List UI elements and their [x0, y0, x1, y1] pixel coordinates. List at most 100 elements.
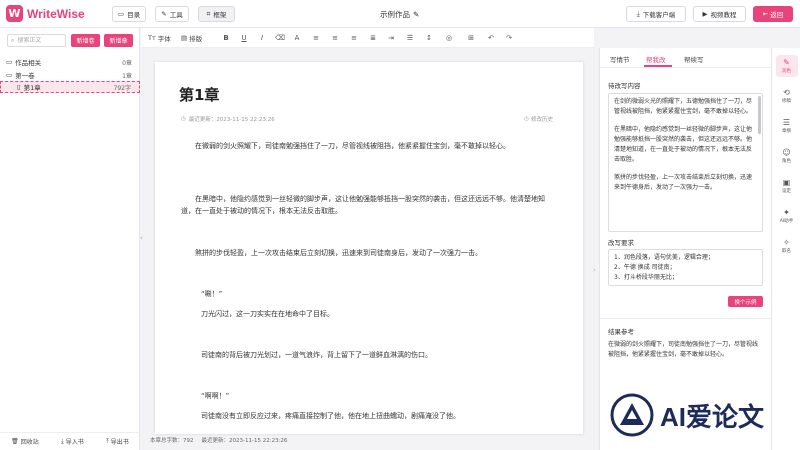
history-icon: ◷ [524, 116, 529, 122]
active-tab-indicator [644, 65, 672, 67]
tree-item-chapter[interactable]: ▯ 第1章 792字 [0, 81, 140, 93]
naming-icon: ✧ [783, 238, 790, 247]
character-icon: ☺ [782, 148, 791, 157]
sidebar-footer: 🗑 回收站 ⤓ 导入书 ⤒ 导出书 [0, 432, 140, 450]
tab-continue[interactable]: 帮续写 [684, 54, 704, 64]
back-button[interactable]: ⇤ 返回 [753, 6, 793, 22]
paragraph[interactable]: 刀光闪过，这一刀实实在在地命中了目标。 [201, 308, 577, 320]
list-icon[interactable]: ☰ [405, 33, 415, 43]
pending-content-box[interactable]: 在剑的微弱火光的照耀下，五德勉强挡住了一刀，尽管视线被阻挡，他紧紧握住宝剑，毫不… [608, 93, 763, 232]
editor-toolbar: Tт 字体 ▤ 排版 B U I ⌫ A ≡ ≡ ≡ ≣ ⇥ ☰ ↕ ◎ ⊞ ↶ ↷ [141, 28, 594, 48]
search-input[interactable] [17, 37, 60, 44]
tool-rail: ✎ 润色 ⟲ 修稿 ☰ 章纲 ☺ 角色 ▣ 设定 ✦ AI助手 ✧ 取名 [771, 48, 800, 450]
frame-button[interactable]: ⌗ 框架 [198, 6, 235, 22]
edit-pencil-icon[interactable]: ✎ [413, 10, 419, 19]
settings-icon: ▣ [782, 178, 791, 187]
rail-outline[interactable]: ☰ 章纲 [772, 115, 800, 137]
rail-polish[interactable]: ✎ 润色 [772, 55, 800, 77]
scrollbar[interactable] [758, 96, 761, 134]
layout-button[interactable]: ▤ 排版 [181, 33, 202, 43]
underline-icon[interactable]: U [239, 33, 249, 43]
paragraph[interactable]: 司徒南没有立即反应过来，疼痛直接控制了他，他在地上扭曲蠕动，剧痛淹没了他。 [201, 410, 577, 422]
rail-naming[interactable]: ✧ 取名 [772, 235, 800, 257]
paragraph[interactable]: 在微弱的剑火照耀下，司徒南勉强挡住了一刀，尽管视线被阻挡，他紧紧握住宝剑，毫不敢… [181, 140, 557, 152]
watermark-logo-icon [610, 393, 654, 437]
download-icon: ⤓ [636, 9, 640, 18]
toc-button[interactable]: ▭ 目录 [112, 6, 146, 22]
app-name: WriteWise [27, 6, 85, 21]
status-updated: 最近更新：2023-11-15 22:23:26 [201, 438, 288, 444]
tab-help-edit[interactable]: 帮我改 [646, 54, 666, 64]
import-book-button[interactable]: ⤓ 导入书 [61, 437, 84, 447]
video-tutorial-button[interactable]: ▶ 视频教程 [693, 6, 746, 22]
change-example-button[interactable]: 换个示例 [728, 296, 763, 307]
watermark-text: AI爱论文 [660, 401, 765, 432]
new-volume-button[interactable]: 新增卷 [71, 34, 100, 47]
left-sidebar: ⌕ 新增卷 新增章 ▭ 作品相关 0章 ▭ 第一卷 1章 ▯ 第1章 792字 … [0, 28, 140, 450]
tree-item-volume[interactable]: ▭ 第一卷 1章 [0, 69, 140, 81]
paragraph[interactable]: “啊啊！” [201, 390, 577, 402]
rail-characters[interactable]: ☺ 角色 [772, 145, 800, 167]
font-button[interactable]: Tт 字体 [148, 33, 171, 43]
layout-icon: ▤ [181, 34, 188, 42]
back-arrow-icon: ⇤ [762, 10, 769, 18]
status-bar: 本章总字数：792 最近更新：2023-11-15 22:23:26 [150, 436, 287, 444]
collapse-right-icon[interactable]: › [593, 266, 596, 274]
search-box[interactable]: ⌕ [7, 34, 66, 47]
rail-settings[interactable]: ▣ 设定 [772, 175, 800, 197]
pending-label: 待改写内容 [608, 82, 641, 90]
tree-item-works[interactable]: ▭ 作品相关 0章 [0, 56, 140, 68]
pending-paragraph: 在黑暗中，他隐约感觉到一丝轻微的脚步声，这让他勉强能够抵挡一股突然的袭击，但这还… [614, 126, 753, 163]
align-justify-icon[interactable]: ≣ [368, 33, 378, 43]
check-icon[interactable]: ◎ [444, 33, 454, 43]
bold-icon[interactable]: B [221, 33, 231, 43]
paragraph[interactable]: “唰！” [201, 288, 577, 300]
rail-ai-assistant[interactable]: ✦ AI助手 [772, 205, 800, 227]
logo-mark-icon: W [6, 5, 23, 22]
folder-icon: ▭ [6, 71, 13, 79]
editor-paper[interactable]: 第1章 ◷ 最近更新：2023-11-15 22:23:26 ◷ 修改历史 在微弱的… [155, 62, 583, 434]
recycle-bin-button[interactable]: 🗑 回收站 [11, 437, 39, 446]
rail-revise[interactable]: ⟲ 修稿 [772, 85, 800, 107]
last-update: ◷ 最近更新：2023-11-15 22:23:26 [181, 116, 275, 123]
word-count: 本章总字数：792 [150, 438, 194, 444]
doc-title[interactable]: 示例作品 ✎ [380, 9, 419, 20]
tab-write-plot[interactable]: 写情节 [610, 54, 630, 64]
pending-paragraph: 在剑的微弱火光的照耀下，五德勉强挡住了一刀，尽管视线被阻挡，他紧紧握住宝剑，毫不… [614, 98, 753, 115]
polish-icon: ✎ [783, 58, 790, 67]
new-chapter-button[interactable]: 新增章 [104, 34, 133, 47]
search-icon: ⌕ [11, 36, 15, 44]
export-book-button[interactable]: ⤒ 导出书 [106, 437, 129, 447]
italic-icon[interactable]: I [257, 33, 267, 43]
pending-paragraph: 煞拼的步伐轻盈，上一次攻击结束后立刻切换，迅速来到午德身后，发动了一次强力一击。 [614, 174, 753, 191]
eraser-icon[interactable]: ⌫ [275, 33, 285, 43]
text-color-icon[interactable]: A [292, 33, 302, 43]
paragraph[interactable]: 司徒南的背后被刀光划过，一道气浪炸，背上留下了一道鲜血淋漓的伤口。 [201, 349, 577, 361]
download-client-button[interactable]: ⤓ 下载客户端 [626, 6, 686, 22]
outline-icon: ☰ [782, 118, 791, 127]
chapter-title[interactable]: 第1章 [179, 84, 219, 105]
export-icon: ⤒ [106, 437, 109, 445]
ai-tabs: 写情节 帮我改 帮续写 [600, 48, 772, 68]
folder-icon: ▭ [6, 58, 13, 66]
video-icon: ▶ [702, 10, 708, 18]
tools-button[interactable]: ✎ 工具 [155, 6, 189, 22]
align-left-icon[interactable]: ≡ [311, 33, 321, 43]
align-center-icon[interactable]: ≡ [330, 33, 340, 43]
history-link[interactable]: ◷ 修改历史 [524, 115, 553, 123]
indent-icon[interactable]: ⇥ [386, 33, 396, 43]
align-right-icon[interactable]: ≡ [349, 33, 359, 43]
app-logo[interactable]: W WriteWise [6, 5, 85, 22]
undo-icon[interactable]: ↶ [486, 33, 496, 43]
requirement-input[interactable]: 1、润色段落，语句优美，逻辑合理； 2、午德 换成 司徒南； 3、打斗桥段华丽无… [608, 249, 763, 286]
requirement-label: 改写要求 [608, 239, 634, 247]
grid-icon[interactable]: ⊞ [466, 33, 476, 43]
folder-icon: ▭ [117, 10, 125, 18]
line-height-icon[interactable]: ↕ [424, 33, 434, 43]
collapse-left-icon[interactable]: ‹ [140, 234, 143, 242]
redo-icon[interactable]: ↷ [504, 33, 514, 43]
frame-icon: ⌗ [206, 9, 211, 18]
paragraph[interactable]: 煞拼的步伐轻盈，上一次攻击结束后立刻切换，迅速来到司徒南身后，发动了一次强力一击… [181, 247, 557, 259]
paragraph[interactable]: 在黑暗中，他隐约感觉到一丝轻微的脚步声，这让他勉强能够抵挡一股突然的袭击，但这还… [181, 193, 557, 217]
import-icon: ⤓ [61, 437, 64, 445]
